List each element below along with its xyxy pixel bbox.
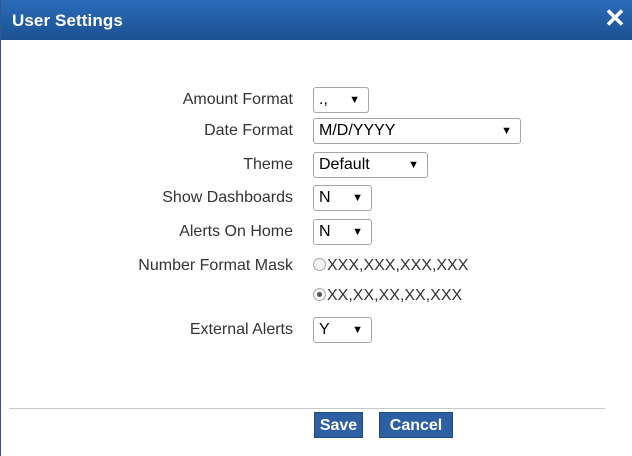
radio-button-unchecked[interactable] (313, 258, 326, 271)
chevron-down-icon: ▼ (352, 226, 363, 238)
external-alerts-row: External Alerts Y ▼ (1, 317, 632, 343)
amount-format-label: Amount Format (182, 91, 293, 108)
external-alerts-label: External Alerts (189, 321, 293, 338)
show-dashboards-value: N (319, 189, 331, 206)
alerts-on-home-row: Alerts On Home N ▼ (1, 219, 632, 245)
amount-format-value: ., (319, 91, 328, 108)
chevron-down-icon: ▼ (352, 324, 363, 336)
theme-row: Theme Default ▼ (1, 152, 632, 178)
cancel-button[interactable]: Cancel (379, 412, 453, 438)
theme-value: Default (319, 156, 370, 173)
chevron-down-icon: ▼ (349, 94, 360, 106)
external-alerts-value: Y (319, 321, 330, 338)
show-dashboards-row: Show Dashboards N ▼ (1, 185, 632, 211)
alerts-on-home-select[interactable]: N ▼ (313, 219, 372, 245)
footer-divider (9, 408, 605, 409)
number-format-option-2-label: XX,XX,XX,XX,XXX (327, 287, 463, 304)
dialog-title: User Settings (12, 11, 123, 30)
amount-format-select[interactable]: ., ▼ (313, 87, 369, 113)
chevron-down-icon: ▼ (501, 125, 512, 137)
number-format-mask-label: Number Format Mask (138, 257, 293, 274)
number-format-option-1-label: XXX,XXX,XXX,XXX (327, 257, 469, 274)
number-format-option-2[interactable]: XX,XX,XX,XX,XXX (313, 285, 462, 307)
user-settings-dialog: User Settings ✕ Amount Format ., ▼ Date … (0, 0, 632, 456)
radio-button-checked[interactable] (313, 288, 326, 301)
alerts-on-home-label: Alerts On Home (179, 223, 293, 240)
number-format-option-1[interactable]: XXX,XXX,XXX,XXX (313, 255, 468, 277)
show-dashboards-select[interactable]: N ▼ (313, 185, 372, 211)
external-alerts-select[interactable]: Y ▼ (313, 317, 372, 343)
chevron-down-icon: ▼ (352, 192, 363, 204)
chevron-down-icon: ▼ (408, 159, 419, 171)
date-format-select[interactable]: M/D/YYYY ▼ (313, 118, 521, 144)
show-dashboards-label: Show Dashboards (162, 189, 293, 206)
save-button[interactable]: Save (314, 412, 363, 438)
alerts-on-home-value: N (319, 223, 331, 240)
amount-format-row: Amount Format ., ▼ (1, 87, 632, 113)
theme-label: Theme (243, 156, 293, 173)
date-format-row: Date Format M/D/YYYY ▼ (1, 118, 632, 144)
dialog-titlebar: User Settings ✕ (1, 0, 632, 40)
theme-select[interactable]: Default ▼ (313, 152, 428, 178)
date-format-label: Date Format (204, 122, 293, 139)
close-icon[interactable]: ✕ (603, 4, 627, 32)
date-format-value: M/D/YYYY (319, 122, 396, 139)
